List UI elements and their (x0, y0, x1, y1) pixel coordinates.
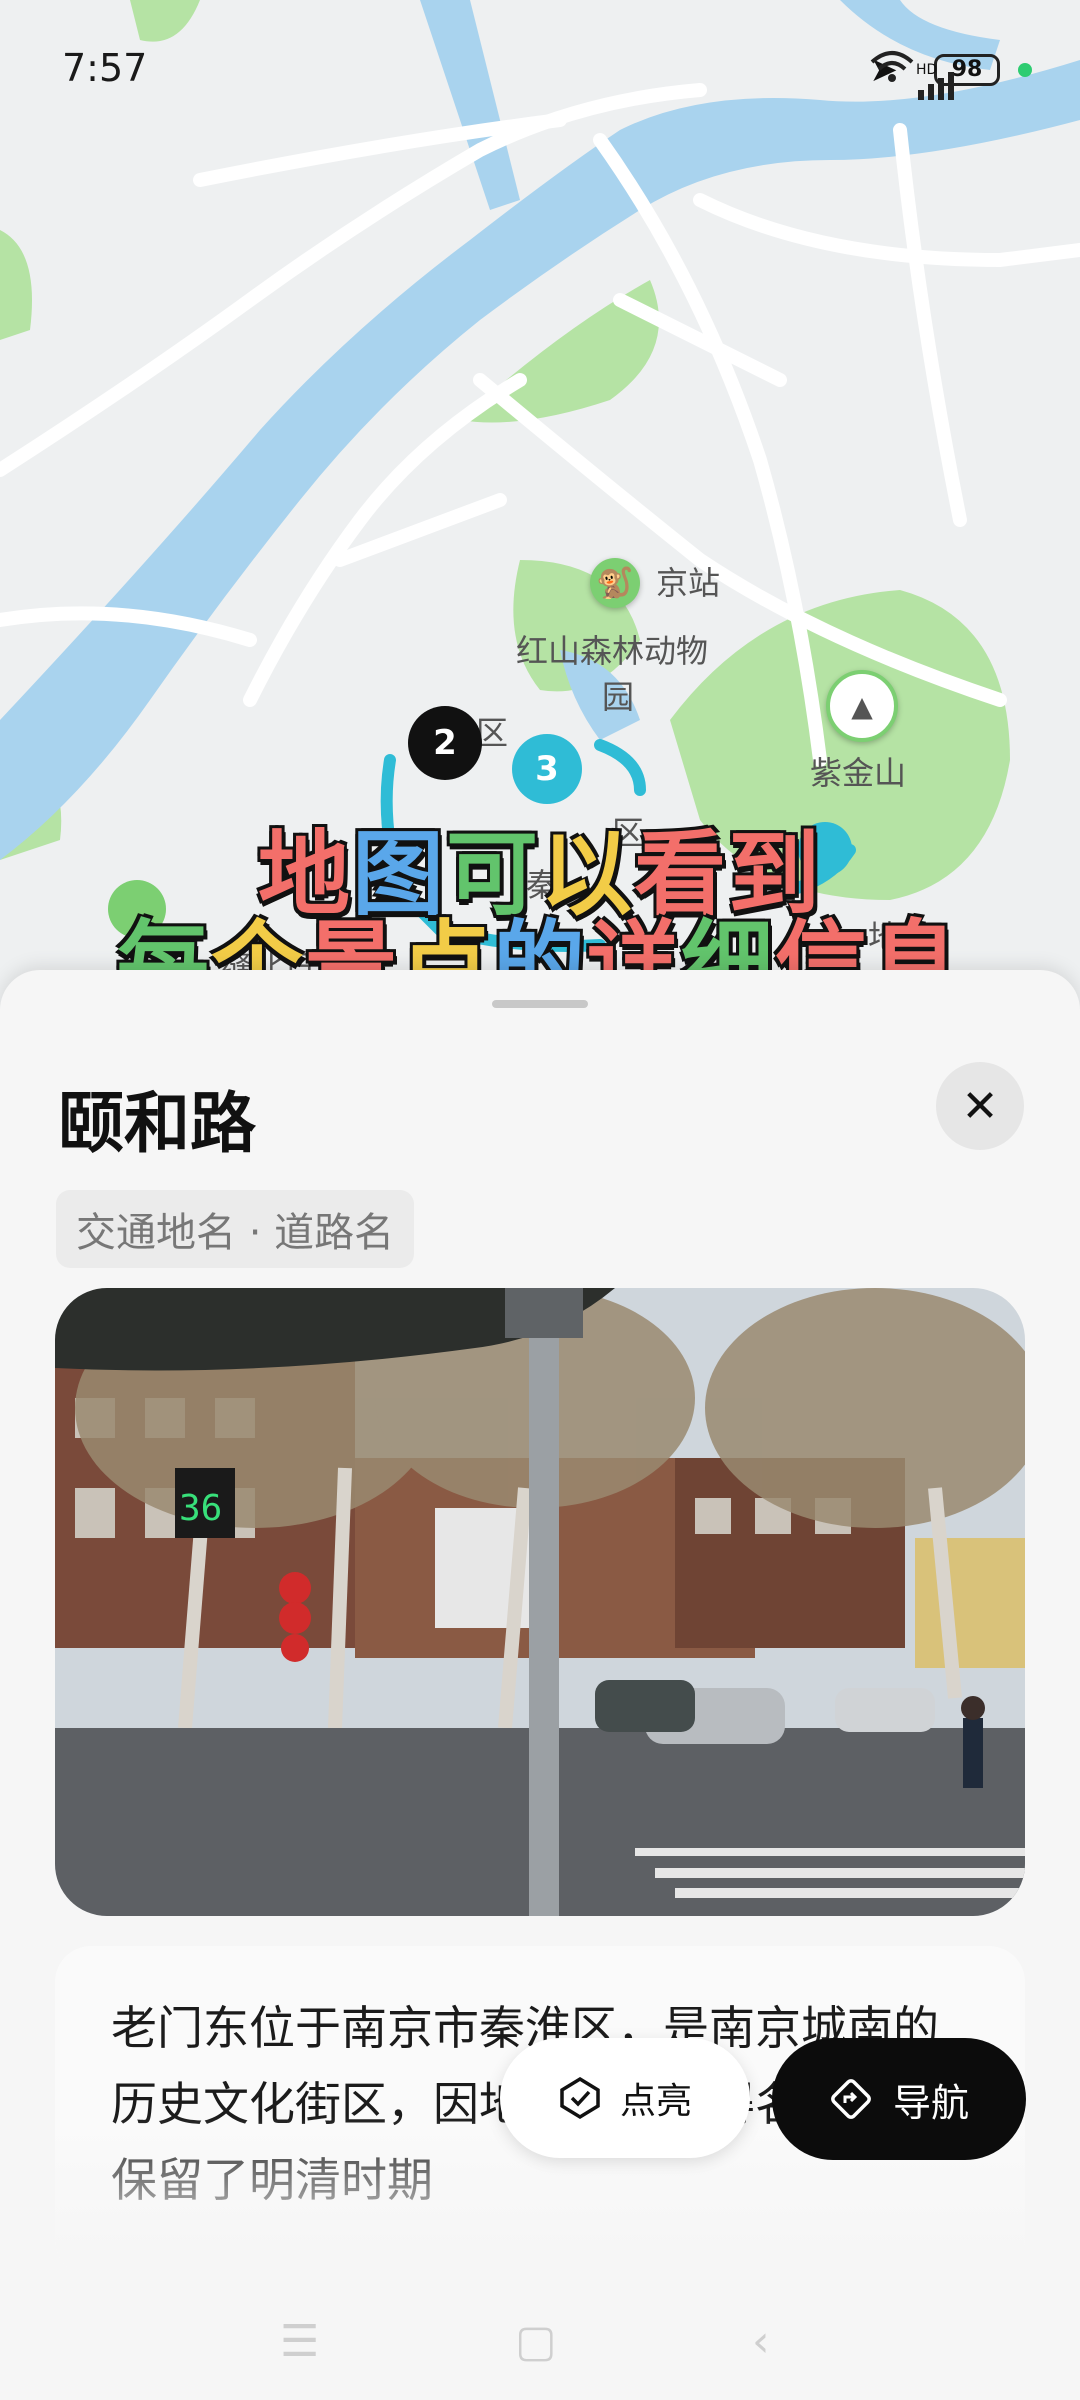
traffic-countdown-display: 36 (179, 1488, 222, 1529)
route-marker-2[interactable]: 2 (408, 706, 482, 780)
station-label[interactable]: 京站 (656, 558, 720, 604)
status-time: 7:57 (62, 46, 148, 90)
place-detail-sheet: 颐和路 ✕ 交通地名 · 道路名 36 老门东位于南京市秦淮区，是南京城南的历史… (0, 970, 1080, 2400)
privacy-dot (1018, 63, 1032, 77)
badge-check-icon (560, 2076, 600, 2120)
navigate-button[interactable]: 导航 (772, 2038, 1026, 2160)
route-marker-3[interactable]: 3 (512, 734, 582, 804)
zoo-label-line2[interactable]: 园 (602, 672, 634, 718)
back-icon[interactable]: ‹ (752, 2316, 770, 2367)
map-view[interactable]: 7:57 ➤ HD 98 🐒 京站 红山森林动物 园 ▲ 紫金山 区 区 秦 东… (0, 0, 1080, 1010)
monkey-icon: 🐒 (596, 565, 634, 601)
light-up-label: 点亮 (619, 2081, 692, 2122)
mountain-poi-icon[interactable]: ▲ (826, 670, 898, 742)
close-icon: ✕ (961, 1080, 999, 1132)
place-photo[interactable]: 36 (55, 1288, 1025, 1916)
close-button[interactable]: ✕ (936, 1062, 1024, 1150)
street-photo-image: 36 (55, 1288, 1025, 1916)
light-up-button[interactable]: 点亮 (500, 2038, 750, 2158)
place-title: 颐和路 (58, 1085, 256, 1162)
zoo-label-line1[interactable]: 红山森林动物 (516, 626, 708, 672)
menu-icon[interactable]: ☰ (280, 2316, 319, 2367)
sheet-drag-handle[interactable] (492, 1000, 588, 1008)
signal-bars-icon (918, 72, 954, 100)
navigate-label: 导航 (892, 2080, 969, 2125)
zoo-poi-icon[interactable]: 🐒 (590, 558, 640, 608)
home-icon[interactable]: ▢ (515, 2316, 557, 2367)
system-nav-bar: ☰ ▢ ‹ (0, 2310, 1080, 2390)
mountain-label[interactable]: 紫金山 (810, 748, 906, 794)
place-category-tag: 交通地名 · 道路名 (56, 1190, 415, 1268)
status-icons: ➤ HD 98 (870, 50, 1032, 100)
wifi-icon (870, 51, 913, 82)
status-bar: 7:57 ➤ HD 98 (0, 40, 1080, 100)
navigation-diamond-icon (831, 2079, 871, 2119)
mountain-icon: ▲ (851, 689, 873, 723)
